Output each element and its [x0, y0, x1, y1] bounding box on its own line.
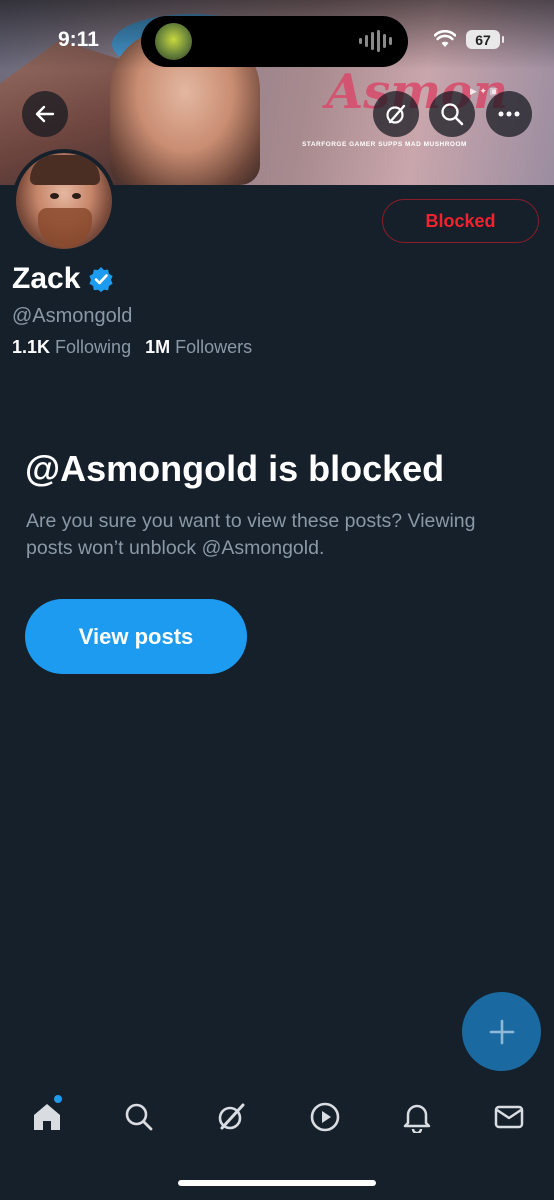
avatar-eye — [72, 193, 81, 199]
battery-level: 67 — [475, 31, 491, 48]
banner-sponsors-text: STARFORGE GAMER SUPPS MAD MUSHROOM — [302, 141, 467, 148]
avatar-beard — [38, 208, 92, 248]
dynamic-island[interactable] — [141, 16, 408, 67]
nav-search[interactable] — [116, 1085, 162, 1149]
audio-wave-icon — [359, 30, 392, 52]
grok-icon — [386, 104, 406, 124]
grok-icon — [218, 1103, 245, 1130]
nav-notifications[interactable] — [394, 1085, 440, 1149]
back-button[interactable] — [22, 91, 68, 137]
following-count: 1.1K — [12, 337, 51, 357]
mail-icon — [494, 1105, 524, 1129]
battery-indicator: 67 — [466, 30, 504, 49]
following-label: Following — [55, 337, 132, 357]
profile-avatar[interactable] — [12, 149, 116, 253]
grok-button[interactable] — [373, 91, 419, 137]
home-indicator — [178, 1180, 376, 1186]
blocked-button[interactable]: Blocked — [382, 199, 539, 243]
profile-handle: @Asmongold — [12, 305, 133, 327]
wifi-icon — [434, 30, 456, 47]
avatar-hair — [30, 155, 100, 185]
followers-count: 1M — [145, 337, 171, 357]
view-posts-button[interactable]: View posts — [25, 599, 247, 674]
followers-link[interactable]: 1M Followers — [145, 337, 252, 357]
home-icon — [34, 1104, 60, 1130]
bell-icon — [403, 1104, 431, 1133]
verified-badge-icon — [89, 267, 113, 292]
avatar-eye — [50, 193, 59, 199]
arrow-left-icon — [35, 105, 55, 123]
following-link[interactable]: 1.1K Following — [12, 337, 131, 357]
video-icon — [310, 1102, 340, 1132]
blocked-description: Are you sure you want to view these post… — [26, 510, 476, 559]
nav-home[interactable] — [24, 1085, 70, 1149]
bottom-nav — [0, 1085, 554, 1149]
plus-icon — [489, 1019, 514, 1044]
profile-stats: 1.1K Following 1M Followers — [12, 337, 252, 358]
nav-messages[interactable] — [486, 1085, 532, 1149]
nav-grok[interactable] — [209, 1085, 255, 1149]
home-notification-dot — [54, 1095, 62, 1103]
nav-video[interactable] — [302, 1085, 348, 1149]
blocked-title: @Asmongold is blocked — [25, 448, 445, 489]
search-icon — [441, 103, 464, 126]
search-button[interactable] — [429, 91, 475, 137]
profile-name: Zack — [12, 262, 114, 296]
more-button[interactable] — [486, 91, 532, 137]
now-playing-thumbnail — [155, 23, 192, 60]
more-icon — [498, 111, 520, 117]
profile-name-text: Zack — [12, 262, 81, 295]
compose-button[interactable] — [462, 992, 541, 1071]
status-time: 9:11 — [58, 28, 99, 51]
search-icon — [125, 1103, 153, 1131]
followers-label: Followers — [175, 337, 253, 357]
